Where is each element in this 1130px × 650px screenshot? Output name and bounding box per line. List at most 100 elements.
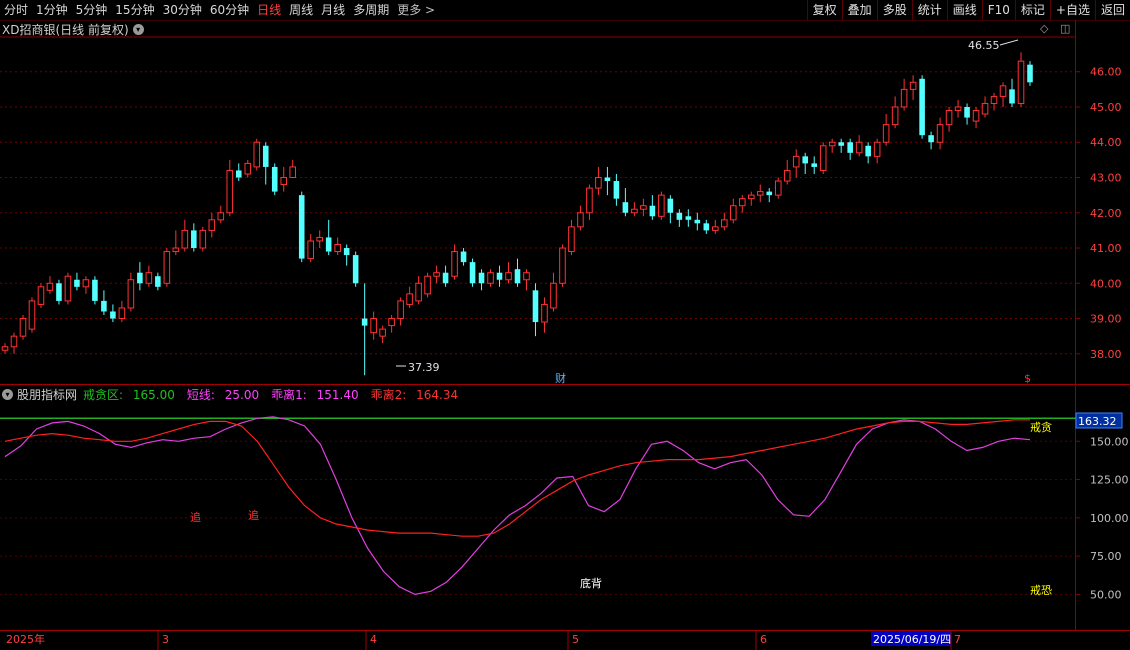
candle-body-up xyxy=(487,272,494,284)
candle-body-up xyxy=(819,145,827,171)
low-annotation: 37.39 xyxy=(408,361,440,374)
candle-body-up xyxy=(379,328,386,337)
candle-body-up xyxy=(756,191,764,196)
candle-body-down xyxy=(235,170,242,178)
candle-body-up xyxy=(774,180,782,196)
candle-body-up xyxy=(289,166,297,179)
candle-body-up xyxy=(900,88,908,108)
candle-body-down xyxy=(74,279,80,287)
dollar-mark[interactable]: $ xyxy=(1024,372,1031,385)
candle-body-up xyxy=(640,205,647,210)
candle-body-up xyxy=(550,282,557,309)
indicator-tick-label-2: 100.00 xyxy=(1090,512,1129,525)
indicator-lines xyxy=(4,416,1031,596)
candle-body-up xyxy=(127,279,135,309)
candle-body-up xyxy=(792,155,800,168)
high-arrow-icon xyxy=(999,39,1019,46)
price-tick-label-4: 42.00 xyxy=(1090,207,1122,220)
candle-body-up xyxy=(82,279,90,288)
candle-body-down xyxy=(469,262,476,284)
candle-body-down xyxy=(1027,64,1033,83)
date-label-1: 3 xyxy=(162,633,169,646)
candle-body-down xyxy=(847,142,853,153)
candle-body-up xyxy=(451,251,458,277)
candle-body-up xyxy=(10,335,18,348)
candle-body-up xyxy=(280,177,288,186)
fear-label: 戒恐 xyxy=(1030,584,1052,597)
candle-body-down xyxy=(649,205,656,217)
candle-body-up xyxy=(316,236,323,242)
candle-body-up xyxy=(954,106,962,112)
candle-body-down xyxy=(766,191,773,196)
indicator-series-0 xyxy=(4,416,1031,596)
candle-body-up xyxy=(559,247,566,284)
candle-body-down xyxy=(919,78,925,136)
candle-body-up xyxy=(990,95,998,104)
candle-body-up xyxy=(909,81,917,90)
candle-body-down xyxy=(191,230,197,249)
candle-body-up xyxy=(28,300,36,330)
candle-body-up xyxy=(1017,60,1025,104)
candle-body-down xyxy=(964,106,970,118)
price-tick-label-8: 38.00 xyxy=(1090,348,1122,361)
candlestick-series xyxy=(1,52,1033,376)
candle-body-down xyxy=(604,177,611,182)
candle-body-up xyxy=(406,293,413,305)
candle-body-up xyxy=(747,194,755,200)
candle-body-up xyxy=(712,226,719,231)
candle-body-down xyxy=(811,163,817,167)
candle-body-up xyxy=(370,318,377,334)
candle-body-up xyxy=(415,282,422,302)
candle-body-up xyxy=(163,251,171,284)
candle-body-up xyxy=(541,303,548,323)
candle-body-down xyxy=(685,216,692,220)
candle-body-down xyxy=(496,272,503,280)
candle-body-up xyxy=(46,282,54,291)
candle-body-down xyxy=(676,212,683,220)
candle-body-up xyxy=(855,141,863,154)
candle-body-down xyxy=(514,269,521,284)
candle-body-up xyxy=(199,229,207,249)
candle-body-up xyxy=(19,318,27,337)
candle-body-down xyxy=(802,156,809,164)
finance-mark[interactable]: 财 xyxy=(555,371,566,385)
chart-canvas: 46.00 45.00 44.00 43.00 42.00 41.00 40.00 39.00… xyxy=(0,20,1130,650)
candle-body-up xyxy=(145,272,153,284)
high-annotation: 46.55 xyxy=(968,39,1000,52)
candle-body-down xyxy=(667,198,674,213)
candle-body-up xyxy=(730,205,737,221)
candle-body-down xyxy=(478,272,485,284)
candle-body-down xyxy=(298,195,305,259)
date-label-4: 6 xyxy=(760,633,767,646)
candle-body-down xyxy=(613,181,620,199)
candle-body-down xyxy=(460,251,467,263)
candle-body-down xyxy=(694,219,701,224)
candle-body-up xyxy=(999,85,1007,97)
candle-body-up xyxy=(658,194,665,217)
candle-body-up xyxy=(882,124,890,143)
price-tick-label-7: 39.00 xyxy=(1090,313,1122,326)
indicator-series-1 xyxy=(4,419,1030,537)
candle-body-down xyxy=(703,223,710,231)
candle-body-down xyxy=(137,272,143,284)
candle-body-up xyxy=(397,300,404,320)
candle-body-up xyxy=(568,226,575,253)
candle-body-up xyxy=(631,208,638,214)
indicator-tick-label-0: 150.00 xyxy=(1090,435,1129,448)
candle-body-up xyxy=(37,286,45,305)
candle-body-up xyxy=(244,162,252,175)
candle-body-up xyxy=(334,243,341,253)
candle-body-up xyxy=(586,187,593,214)
indicator-tick-label-4: 50.00 xyxy=(1090,588,1122,601)
candle-body-down xyxy=(155,276,161,287)
bottom-divergence-label: 底背 xyxy=(580,576,602,590)
candle-body-down xyxy=(343,248,350,256)
indicator-tick-label-3: 75.00 xyxy=(1090,550,1122,563)
price-tick-label-3: 43.00 xyxy=(1090,172,1122,185)
candle-body-down xyxy=(865,145,871,157)
candle-body-up xyxy=(226,169,234,214)
candle-body-up xyxy=(945,110,953,126)
greed-label: 戒贪 xyxy=(1030,420,1052,434)
candle-body-down xyxy=(352,255,359,284)
candle-body-down xyxy=(622,202,629,213)
